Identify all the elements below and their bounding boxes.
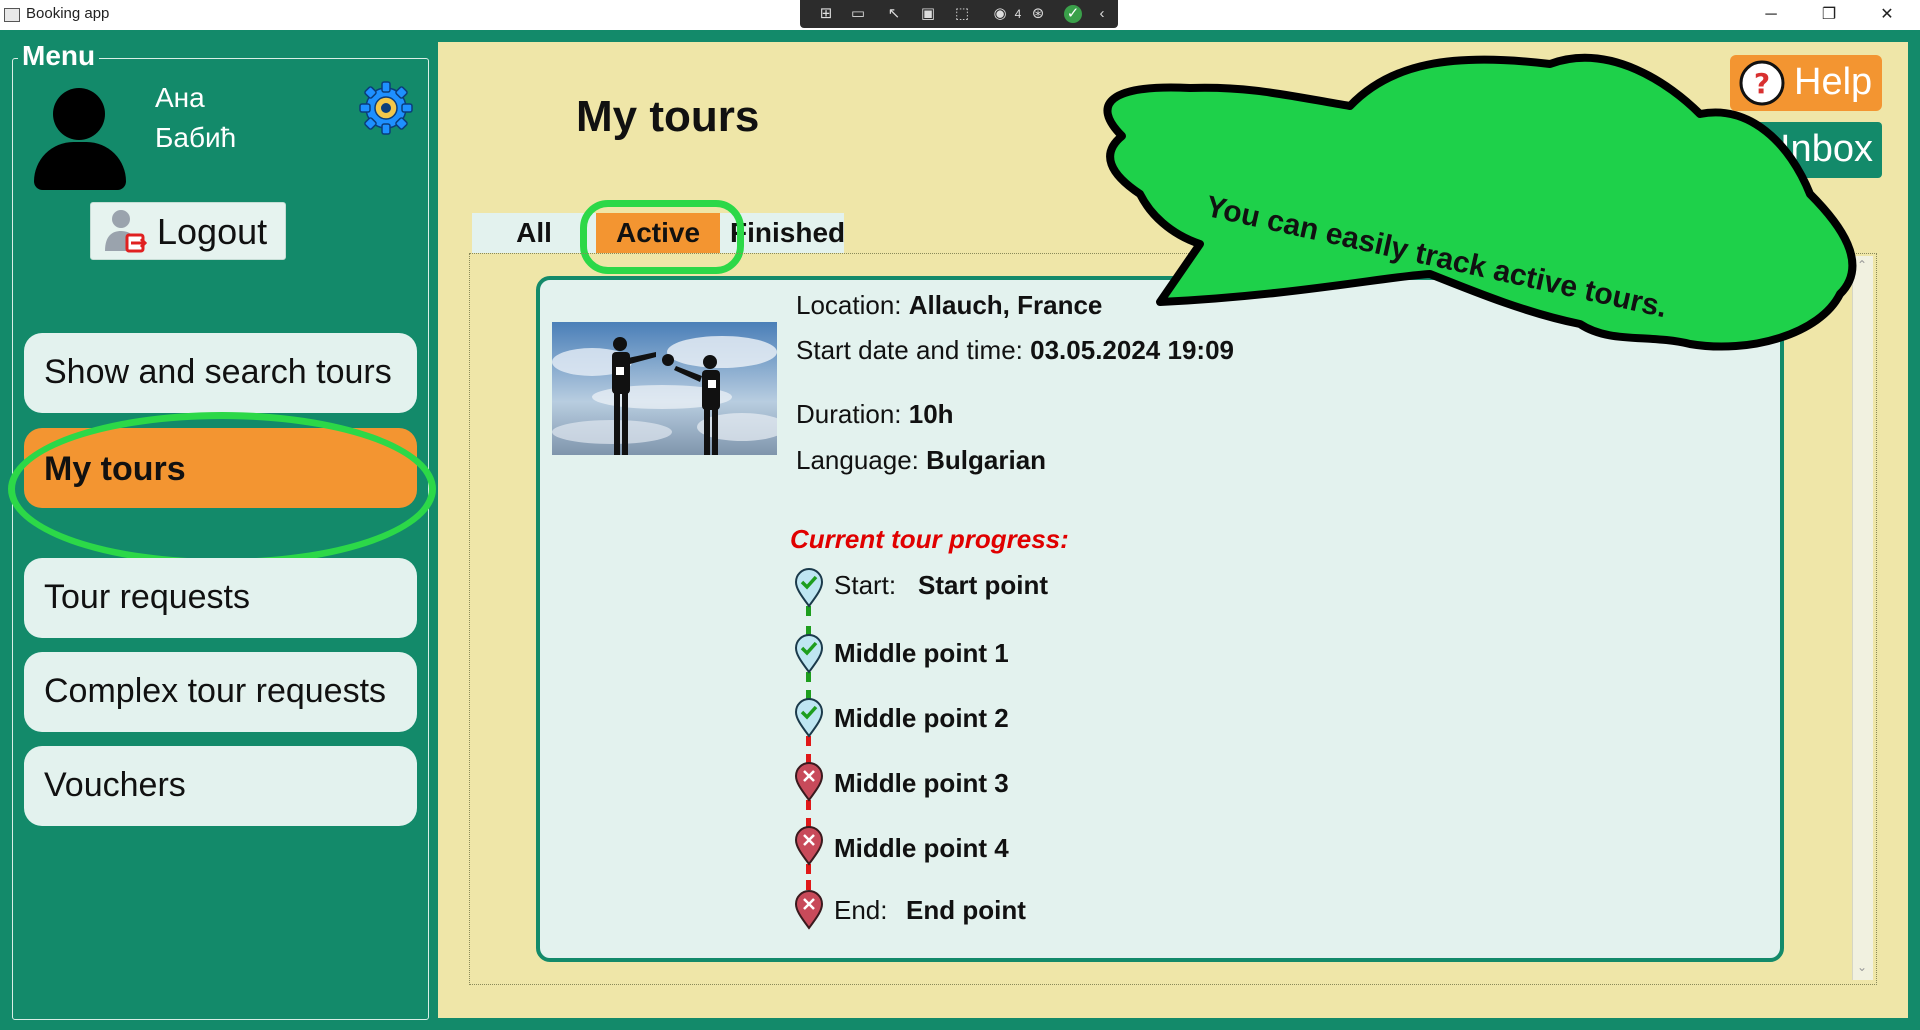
start-label: Start date and time: [796, 335, 1023, 365]
accessibility-icon[interactable]: ⊛ [1028, 5, 1048, 23]
tour-duration: Duration: 10h [796, 399, 954, 430]
app-icon [4, 8, 20, 22]
live-visual-tree-icon[interactable]: ⊞ [816, 5, 836, 23]
checkpoint-name: Start point [918, 570, 1048, 600]
checkpoint-name: Middle point 2 [834, 703, 1009, 733]
window-titlebar: Booking app ⊞ ▭ ↖ ▣ ⬚ ◉ 4 ⊛ ✓ ‹ ─ ❐ ✕ [0, 0, 1920, 30]
nav-vouchers[interactable]: Vouchers [24, 746, 417, 826]
my-tours-highlight-ring [8, 412, 436, 566]
user-last-name: Бабић [155, 122, 237, 153]
progress-connector [806, 672, 817, 700]
record-icon[interactable]: ▭ [848, 5, 868, 23]
page-title: My tours [576, 92, 760, 141]
minimize-button[interactable]: ─ [1742, 0, 1800, 30]
tour-image [552, 322, 777, 455]
vertical-scrollbar[interactable]: ⌃ ⌄ [1852, 256, 1873, 980]
settings-gear-icon[interactable] [358, 80, 414, 136]
check-icon[interactable]: ✓ [1064, 5, 1082, 23]
logout-icon [105, 210, 148, 253]
duration-label: Duration: [796, 399, 902, 429]
checkpoint-pending-icon [794, 762, 824, 802]
progress-connector [806, 736, 817, 764]
progress-connector [806, 800, 817, 828]
binding-failures-count: 4 [1014, 7, 1022, 21]
checkpoint-start: Start: Start point [834, 570, 1048, 601]
nav-show-and-search-tours[interactable]: Show and search tours [24, 333, 417, 413]
tour-language: Language: Bulgarian [796, 445, 1046, 476]
nav-item-label: Complex tour requests [44, 672, 387, 710]
duration-value: 10h [908, 399, 954, 429]
binding-failures-icon[interactable]: ◉ [990, 5, 1010, 23]
location-label: Location: [796, 290, 902, 320]
progress-title: Current tour progress: [790, 524, 1069, 554]
select-element-icon[interactable]: ↖ [884, 5, 904, 23]
restore-button[interactable]: ❐ [1800, 0, 1858, 30]
devtools-toolbar: ⊞ ▭ ↖ ▣ ⬚ ◉ 4 ⊛ ✓ ‹ [800, 0, 1118, 28]
tooltip-cloud [1103, 53, 1857, 351]
language-value: Bulgarian [926, 445, 1047, 475]
tab-all[interactable]: All [472, 213, 596, 253]
nav-tour-requests[interactable]: Tour requests [24, 558, 417, 638]
logout-label: Logout [157, 211, 268, 252]
checkpoint-done-icon [794, 568, 824, 608]
collapse-chevron-icon[interactable]: ‹ [1092, 5, 1112, 23]
checkpoint-pending-icon [794, 890, 824, 930]
checkpoint-name: Middle point 1 [834, 638, 1009, 668]
checkpoint-middle-4: Middle point 4 [834, 833, 1009, 864]
display-layout-icon[interactable]: ▣ [918, 5, 938, 23]
nav-item-label: Vouchers [44, 766, 186, 804]
checkpoint-end: End: End point [834, 895, 1026, 926]
checkpoint-middle-3: Middle point 3 [834, 768, 1009, 799]
checkpoint-pending-icon [794, 826, 824, 866]
nav-complex-tour-requests[interactable]: Complex tour requests [24, 652, 417, 732]
scroll-down-icon[interactable]: ⌄ [1857, 960, 1867, 974]
progress-connector [806, 606, 817, 636]
checkpoint-middle-2: Middle point 2 [834, 703, 1009, 734]
close-button[interactable]: ✕ [1858, 0, 1916, 30]
nav-item-label: Tour requests [44, 578, 250, 616]
nav-item-label: Show and search tours [44, 353, 392, 391]
language-label: Language: [796, 445, 919, 475]
window-title: Booking app [26, 5, 110, 22]
checkpoint-prefix: Start: [834, 570, 897, 600]
checkpoint-prefix: End: [834, 895, 888, 925]
logout-button[interactable]: Logout [90, 202, 286, 260]
progress-connector [806, 864, 817, 890]
menu-legend: Menu [18, 40, 100, 72]
user-first-name: Ана [155, 82, 205, 113]
checkpoint-done-icon [794, 634, 824, 674]
checkpoint-middle-1: Middle point 1 [834, 638, 1009, 669]
track-focus-icon[interactable]: ⬚ [952, 5, 972, 23]
checkpoint-name: Middle point 3 [834, 768, 1009, 798]
checkpoint-name: Middle point 4 [834, 833, 1009, 863]
user-name: Ана Бабић [155, 78, 236, 158]
checkpoint-done-icon [794, 698, 824, 738]
avatar-head [53, 88, 105, 140]
checkpoint-name: End point [906, 895, 1026, 925]
